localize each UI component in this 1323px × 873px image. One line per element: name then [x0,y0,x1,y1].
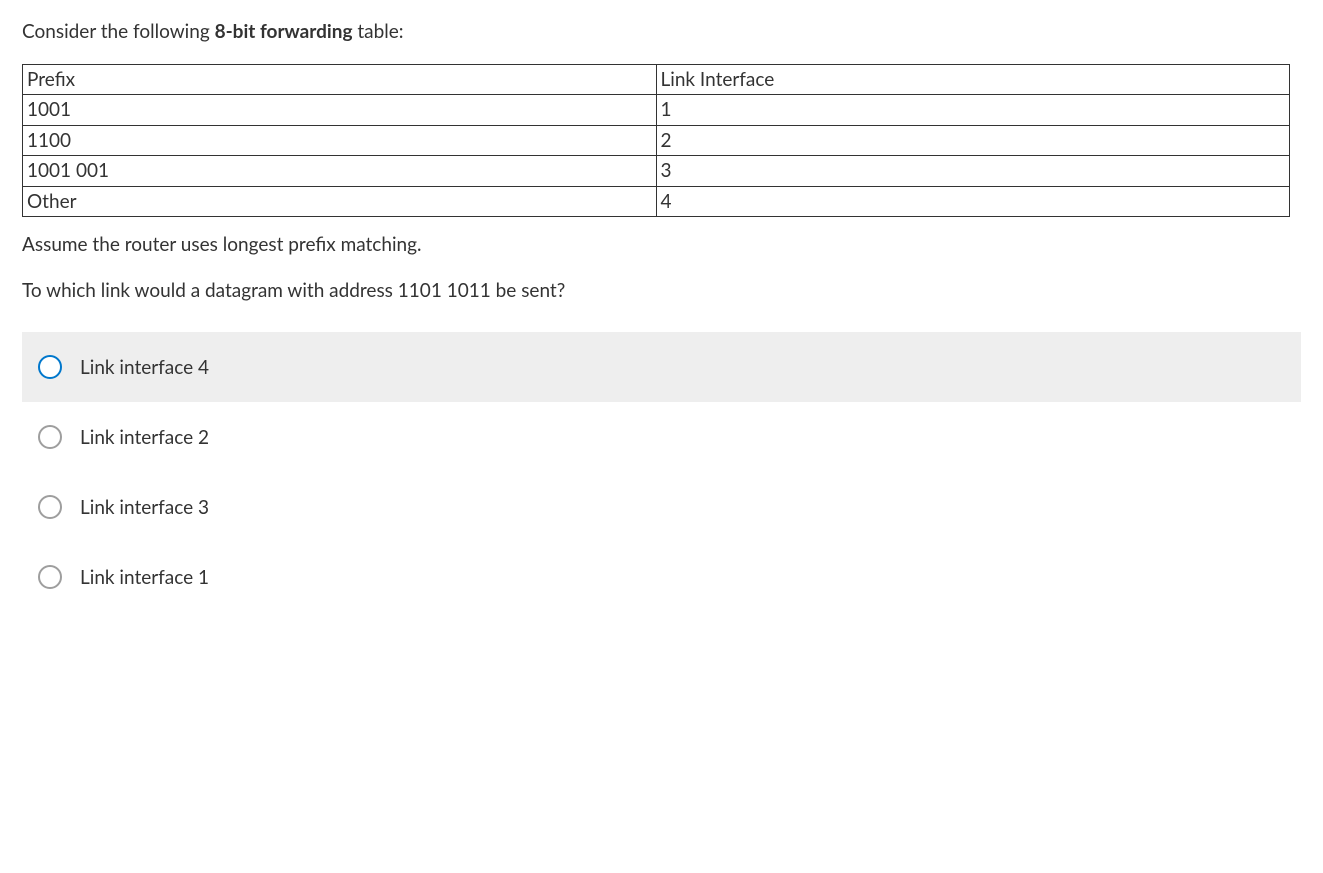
header-link-interface: Link Interface [656,64,1290,95]
question-intro: Consider the following 8-bit forwarding … [22,18,1301,46]
table-header-row: Prefix Link Interface [23,64,1290,95]
cell-link: 3 [656,156,1290,187]
table-row: 1100 2 [23,125,1290,156]
answer-label: Link interface 3 [80,494,209,522]
table-row: Other 4 [23,186,1290,217]
radio-icon [38,425,62,449]
intro-pre: Consider the following [22,20,215,43]
cell-prefix: Other [23,186,657,217]
cell-prefix: 1001 001 [23,156,657,187]
radio-icon [38,565,62,589]
cell-link: 2 [656,125,1290,156]
cell-link: 4 [656,186,1290,217]
forwarding-table: Prefix Link Interface 1001 1 1100 2 1001… [22,64,1290,218]
answer-option-3[interactable]: Link interface 3 [22,472,1301,542]
cell-prefix: 1001 [23,95,657,126]
cell-prefix: 1100 [23,125,657,156]
intro-bold: 8-bit forwarding [215,20,353,43]
radio-icon [38,495,62,519]
answer-label: Link interface 2 [80,424,209,452]
answer-option-1[interactable]: Link interface 4 [22,332,1301,402]
cell-link: 1 [656,95,1290,126]
question-line-3: To which link would a datagram with addr… [22,277,1301,305]
table-row: 1001 001 3 [23,156,1290,187]
question-line-2: Assume the router uses longest prefix ma… [22,231,1301,259]
header-prefix: Prefix [23,64,657,95]
answer-option-4[interactable]: Link interface 1 [22,542,1301,612]
answer-label: Link interface 4 [80,354,209,382]
radio-icon [38,355,62,379]
table-row: 1001 1 [23,95,1290,126]
question-stem: Consider the following 8-bit forwarding … [22,18,1301,304]
answer-option-2[interactable]: Link interface 2 [22,402,1301,472]
answer-list: Link interface 4 Link interface 2 Link i… [22,332,1301,612]
intro-post: table: [353,20,404,43]
answer-label: Link interface 1 [80,564,209,592]
